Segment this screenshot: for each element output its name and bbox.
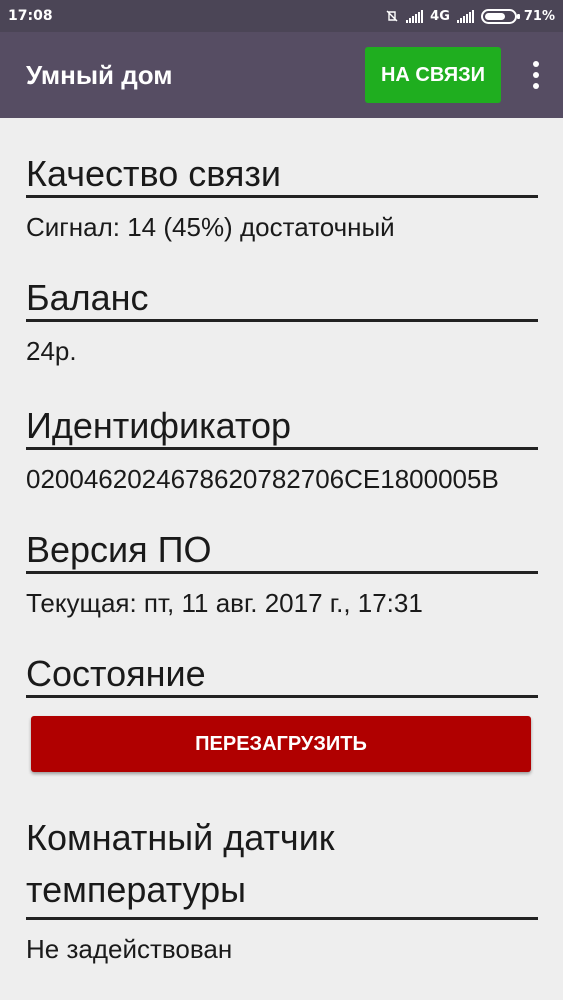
- signal-strength-icon-2: [456, 9, 474, 23]
- signal-quality-title: Качество связи: [26, 154, 538, 198]
- main-content: Качество связи Сигнал: 14 (45%) достаточ…: [0, 118, 563, 1000]
- firmware-version-value: Текущая: пт, 11 авг. 2017 г., 17:31: [26, 588, 423, 618]
- identifier-value: 0200462024678620782706CE1800005B: [26, 464, 499, 494]
- balance-title: Баланс: [26, 278, 538, 322]
- temperature-sensor-title: Комнатный датчик температуры: [26, 812, 538, 920]
- vibrate-icon: [385, 9, 399, 23]
- signal-quality-value: Сигнал: 14 (45%) достаточный: [26, 212, 395, 242]
- temperature-sensor-value: Не задействован: [26, 934, 233, 964]
- status-bar: 17:08 4G 71%: [0, 0, 563, 32]
- battery-percent: 71%: [523, 8, 555, 24]
- balance-value: 24р.: [26, 336, 77, 366]
- app-title: Умный дом: [26, 59, 173, 90]
- app-bar: Умный дом НА СВЯЗИ: [0, 32, 563, 118]
- connection-status-button[interactable]: НА СВЯЗИ: [365, 47, 501, 103]
- state-title: Состояние: [26, 654, 538, 698]
- more-vert-icon[interactable]: [519, 47, 553, 103]
- battery-level: [484, 12, 505, 20]
- firmware-version-title: Версия ПО: [26, 530, 538, 574]
- status-icons: 4G 71%: [385, 8, 555, 24]
- battery-icon: [480, 8, 520, 24]
- network-type-label: 4G: [430, 8, 450, 24]
- signal-strength-icon: [406, 9, 424, 23]
- status-time: 17:08: [8, 8, 53, 24]
- identifier-title: Идентификатор: [26, 406, 538, 450]
- reboot-button[interactable]: ПЕРЕЗАГРУЗИТЬ: [31, 716, 531, 772]
